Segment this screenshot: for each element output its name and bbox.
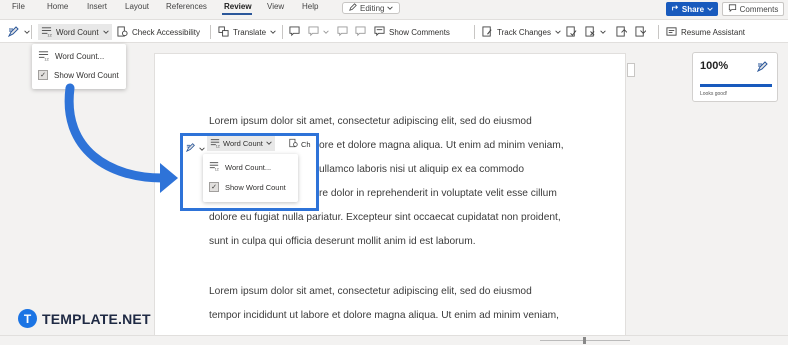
arrow-shaft [64, 83, 167, 183]
callout-word-count-button[interactable]: 123 Word Count [207, 136, 275, 151]
zoom-slider-thumb[interactable] [583, 337, 586, 344]
zoom-callout: 123 Word Count Ch 123 Word Count... ✓ Sh… [180, 133, 319, 211]
word-count-icon: 123 [210, 138, 222, 150]
accessibility-check-icon [289, 138, 298, 150]
callout-check-accessibility-button[interactable]: Ch [289, 138, 311, 150]
callout-menu-item-show-word-count[interactable]: ✓ Show Word Count [203, 179, 286, 195]
callout-word-count-label: Word Count [223, 139, 263, 148]
callout-show-word-count-item-label: Show Word Count [225, 182, 286, 192]
svg-text:123: 123 [216, 144, 220, 147]
word-count-icon: 123 [209, 161, 221, 173]
callout-word-count-item-label: Word Count... [225, 162, 272, 172]
arrow-head [160, 163, 178, 193]
status-bar [0, 335, 788, 345]
svg-text:123: 123 [215, 168, 219, 171]
brand-name: TEMPLATE.NET [42, 310, 151, 327]
chevron-down-icon [266, 139, 272, 148]
brand-logo: T TEMPLATE.NET [18, 309, 151, 328]
callout-menu-item-word-count[interactable]: 123 Word Count... [203, 159, 271, 175]
checkbox-checked-icon[interactable]: ✓ [209, 182, 219, 192]
editor-pen-icon [185, 139, 196, 157]
callout-check-fragment: Ch [301, 139, 311, 149]
callout-word-count-menu: 123 Word Count... ✓ Show Word Count [203, 154, 298, 202]
brand-mark-icon: T [18, 309, 37, 328]
instruction-arrow [64, 83, 178, 193]
